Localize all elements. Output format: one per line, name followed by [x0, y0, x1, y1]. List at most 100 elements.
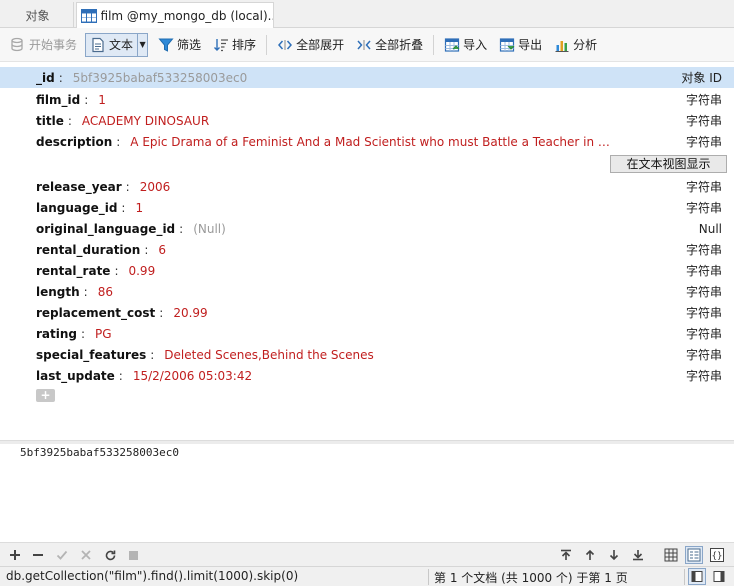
- collapse-all-label: 全部折叠: [375, 38, 424, 52]
- field-row-release-year[interactable]: release_year: 2006 字符串: [0, 176, 734, 197]
- expand-all-label: 全部展开: [296, 38, 345, 52]
- tab-objects[interactable]: 对象: [2, 2, 74, 28]
- filter-label: 筛选: [177, 38, 202, 52]
- field-row-film-id[interactable]: film_id: 1 字符串: [0, 89, 734, 110]
- field-row-rental-rate[interactable]: rental_rate: 0.99 字符串: [0, 260, 734, 281]
- field-key: description: [36, 134, 113, 149]
- field-type: 字符串: [685, 201, 722, 215]
- json-view-icon[interactable]: {}: [708, 546, 726, 564]
- field-type: 字符串: [685, 285, 722, 299]
- field-value[interactable]: A Epic Drama of a Feminist And a Mad Sci…: [130, 135, 610, 149]
- toolbar: 开始事务 文本 ▼ 筛选 排序 全部展开 全部折叠 导入 导出 分析: [0, 28, 734, 62]
- query-text: db.getCollection("film").find().limit(10…: [6, 569, 299, 583]
- last-record-icon[interactable]: [629, 546, 647, 564]
- field-row-language-id[interactable]: language_id: 1 字符串: [0, 197, 734, 218]
- sort-label: 排序: [232, 38, 257, 52]
- field-value[interactable]: PG: [95, 327, 112, 341]
- expand-all-button[interactable]: 全部展开: [273, 33, 348, 57]
- field-value[interactable]: 0.99: [128, 264, 155, 278]
- field-row-special-features[interactable]: special_features: Deleted Scenes,Behind …: [0, 344, 734, 365]
- field-row-title[interactable]: title: ACADEMY DINOSAUR 字符串: [0, 110, 734, 131]
- grid-view-icon[interactable]: [662, 546, 680, 564]
- field-value[interactable]: Deleted Scenes,Behind the Scenes: [164, 348, 373, 362]
- field-key: release_year: [36, 179, 122, 194]
- tab-film[interactable]: film @my_mongo_db (local)...: [76, 2, 274, 28]
- field-value[interactable]: 6: [158, 243, 166, 257]
- field-row-id[interactable]: _id: 5bf3925babaf533258003ec0 对象 ID: [0, 67, 734, 88]
- field-type: 字符串: [685, 93, 722, 107]
- value-preview-pane[interactable]: 5bf3925babaf533258003ec0: [0, 444, 734, 540]
- import-icon: [444, 37, 460, 53]
- status-separator: [684, 569, 685, 585]
- field-key: film_id: [36, 92, 81, 107]
- field-type: 字符串: [685, 348, 722, 362]
- field-row-length[interactable]: length: 86 字符串: [0, 281, 734, 302]
- field-key: rating: [36, 326, 77, 341]
- field-type: 字符串: [685, 369, 722, 383]
- collapse-icon: [356, 37, 372, 53]
- first-record-icon[interactable]: [557, 546, 575, 564]
- collapse-all-button[interactable]: 全部折叠: [352, 33, 427, 57]
- field-row-description[interactable]: description: A Epic Drama of a Feminist …: [0, 131, 734, 152]
- plus-icon[interactable]: [6, 546, 24, 564]
- field-value[interactable]: 15/2/2006 05:03:42: [133, 369, 252, 383]
- show-in-text-view-button[interactable]: 在文本视图显示: [610, 155, 727, 173]
- record-position: 第 1 个文档 (共 1000 个) 于第 1 页: [434, 571, 628, 585]
- field-value[interactable]: 2006: [140, 180, 171, 194]
- field-type: 对象 ID: [681, 71, 722, 85]
- minus-icon[interactable]: [29, 546, 47, 564]
- preview-text: 5bf3925babaf533258003ec0: [20, 446, 179, 459]
- check-icon[interactable]: [53, 546, 71, 564]
- sort-button[interactable]: 排序: [209, 33, 260, 57]
- chevron-down-icon[interactable]: ▼: [138, 32, 149, 57]
- begin-transaction-label: 开始事务: [29, 38, 78, 52]
- export-button[interactable]: 导出: [495, 33, 546, 57]
- refresh-icon[interactable]: [101, 546, 119, 564]
- field-row-replacement-cost[interactable]: replacement_cost: 20.99 字符串: [0, 302, 734, 323]
- field-key: length: [36, 284, 80, 299]
- field-type: 字符串: [685, 264, 722, 278]
- tab-objects-label: 对象: [25, 8, 50, 23]
- analyze-button[interactable]: 分析: [550, 33, 601, 57]
- text-view-label: 文本: [109, 38, 134, 52]
- field-key: title: [36, 113, 64, 128]
- tab-bar: 对象 film @my_mongo_db (local)...: [0, 0, 734, 28]
- svg-text:{}: {}: [712, 552, 723, 562]
- text-view-button[interactable]: 文本: [85, 32, 139, 57]
- field-type: 字符串: [685, 114, 722, 128]
- table-icon: [81, 8, 97, 23]
- field-key: rental_duration: [36, 242, 141, 257]
- field-row-original-language-id[interactable]: original_language_id: (Null) Null: [0, 218, 734, 239]
- stop-icon[interactable]: [124, 546, 142, 564]
- field-key: special_features: [36, 347, 147, 362]
- previous-record-icon[interactable]: [581, 546, 599, 564]
- field-value[interactable]: 1: [98, 93, 106, 107]
- field-key: rental_rate: [36, 263, 111, 278]
- filter-icon: [158, 37, 174, 53]
- panel-right-icon[interactable]: [710, 568, 728, 585]
- bar-chart-icon: [554, 37, 570, 53]
- field-value[interactable]: 86: [98, 285, 113, 299]
- status-bar: db.getCollection("film").find().limit(10…: [0, 566, 734, 586]
- field-row-rental-duration[interactable]: rental_duration: 6 字符串: [0, 239, 734, 260]
- field-row-last-update[interactable]: last_update: 15/2/2006 05:03:42 字符串: [0, 365, 734, 386]
- begin-transaction-button[interactable]: 开始事务: [6, 33, 81, 57]
- status-separator: [428, 569, 429, 585]
- field-value[interactable]: 20.99: [173, 306, 207, 320]
- field-value[interactable]: (Null): [193, 222, 226, 236]
- panel-left-icon[interactable]: [688, 568, 706, 585]
- field-key: replacement_cost: [36, 305, 156, 320]
- import-label: 导入: [463, 38, 488, 52]
- add-field-button[interactable]: +: [36, 389, 55, 402]
- form-view-icon[interactable]: [685, 546, 703, 564]
- import-button[interactable]: 导入: [440, 33, 491, 57]
- document-icon: [90, 37, 106, 53]
- export-icon: [499, 37, 515, 53]
- field-value[interactable]: 5bf3925babaf533258003ec0: [73, 71, 248, 85]
- next-record-icon[interactable]: [605, 546, 623, 564]
- close-icon[interactable]: [77, 546, 95, 564]
- field-row-rating[interactable]: rating: PG 字符串: [0, 323, 734, 344]
- filter-button[interactable]: 筛选: [154, 33, 205, 57]
- field-value[interactable]: ACADEMY DINOSAUR: [82, 114, 209, 128]
- field-value[interactable]: 1: [135, 201, 143, 215]
